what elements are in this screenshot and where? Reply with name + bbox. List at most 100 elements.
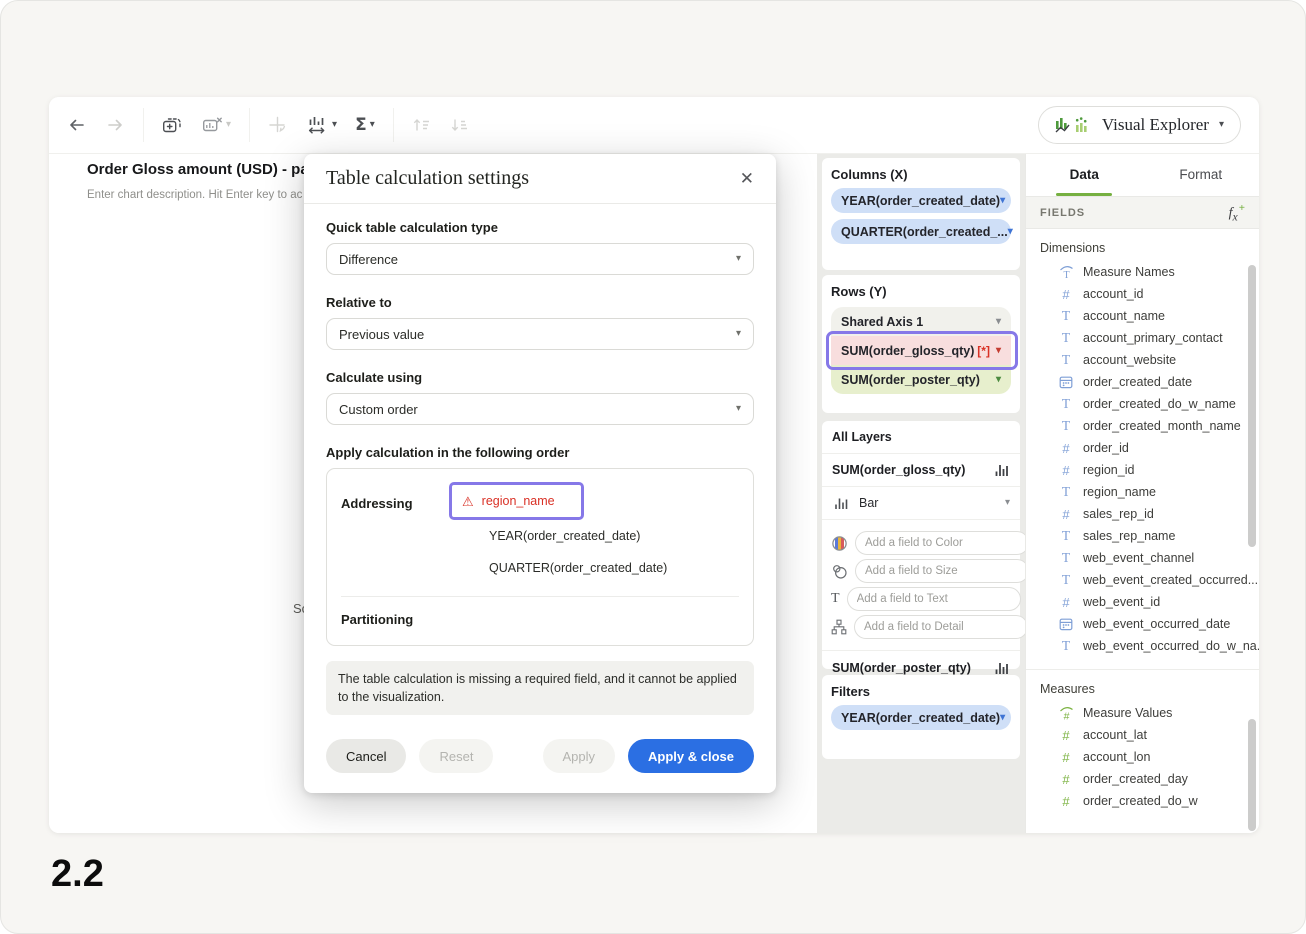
dimension-item[interactable]: #sales_rep_id <box>1026 503 1259 525</box>
dimension-item[interactable]: #web_event_id <box>1026 591 1259 613</box>
add-field-to-text-input[interactable] <box>847 587 1021 611</box>
field-name: account_primary_contact <box>1083 331 1223 345</box>
dimension-item[interactable]: Tweb_event_occurred_do_w_na... <box>1026 635 1259 657</box>
swap-axis-icon[interactable]: ▾ <box>304 113 339 137</box>
dimension-item[interactable]: Taccount_website <box>1026 349 1259 371</box>
apply-button[interactable]: Apply <box>543 739 616 773</box>
tab-data[interactable]: Data <box>1026 153 1143 196</box>
dimension-item[interactable]: Tregion_name <box>1026 481 1259 503</box>
text-icon: T <box>831 591 840 607</box>
data-panel-tabs: Data Format <box>1026 153 1259 196</box>
field-name: order_created_date <box>1083 375 1192 389</box>
mark-type-select[interactable]: Bar ▾ <box>822 487 1020 520</box>
quick-type-label: Quick table calculation type <box>326 220 754 235</box>
measure-item[interactable]: #account_lat <box>1026 724 1259 746</box>
chevron-down-icon[interactable]: ▾ <box>996 375 1001 385</box>
measure-item[interactable]: #Measure Values <box>1026 702 1259 724</box>
missing-field-badge: [*] <box>977 344 990 358</box>
dimension-item[interactable]: web_event_occurred_date <box>1026 613 1259 635</box>
dimension-item[interactable]: Taccount_name <box>1026 305 1259 327</box>
dimensions-label: Dimensions <box>1040 241 1259 255</box>
shared-axis-pill[interactable]: Shared Axis 1 ▾ <box>831 307 1011 336</box>
addressing-item-region-name[interactable]: ⚠ region_name <box>449 482 584 520</box>
calculate-using-label: Calculate using <box>326 370 754 385</box>
addressing-label: Addressing <box>341 482 449 584</box>
quick-type-select[interactable]: Difference ▾ <box>326 243 754 275</box>
measure-names-icon: T <box>1058 264 1074 280</box>
svg-text:T: T <box>1063 270 1069 280</box>
addressing-items: ⚠ region_name YEAR(order_created_date) Q… <box>449 482 739 584</box>
aggregate-icon[interactable]: Σ ▾ <box>353 113 377 137</box>
chevron-down-icon[interactable]: ▾ <box>1008 227 1013 237</box>
calculate-using-select[interactable]: Custom order ▾ <box>326 393 754 425</box>
field-name: order_created_day <box>1083 772 1188 786</box>
add-calculated-field-icon[interactable]: fx+ <box>1229 202 1245 223</box>
dimension-item[interactable]: Tsales_rep_name <box>1026 525 1259 547</box>
field-name: sales_rep_name <box>1083 529 1175 543</box>
dimension-item[interactable]: #region_id <box>1026 459 1259 481</box>
back-icon[interactable] <box>65 115 89 135</box>
apply-close-button[interactable]: Apply & close <box>628 739 754 773</box>
measures-scrollbar[interactable] <box>1248 719 1256 831</box>
add-field-to-size-input[interactable] <box>855 559 1029 583</box>
dimension-item[interactable]: order_created_date <box>1026 371 1259 393</box>
dimension-item[interactable]: Tweb_event_created_occurred... <box>1026 569 1259 591</box>
chevron-down-icon[interactable]: ▾ <box>1000 713 1005 723</box>
pill-quarter-order-created-date[interactable]: QUARTER(order_created_... ▾ <box>831 219 1011 244</box>
screenshot-frame: ▾ ▾ Σ <box>0 0 1306 934</box>
sort-ascending-icon[interactable] <box>410 115 434 135</box>
pill-sum-order-gloss-qty[interactable]: SUM(order_gloss_qty) [*] ▾ <box>831 336 1011 365</box>
chart-description[interactable]: Enter chart description. Hit Enter key t… <box>87 189 302 201</box>
field-name: web_event_occurred_date <box>1083 617 1230 631</box>
addressing-item-year[interactable]: YEAR(order_created_date) <box>449 520 739 552</box>
chevron-down-icon: ▾ <box>226 120 231 130</box>
add-field-to-detail-input[interactable] <box>854 615 1028 639</box>
transpose-icon[interactable] <box>266 114 290 136</box>
layer-sum-order-gloss-qty[interactable]: SUM(order_gloss_qty) <box>822 454 1020 487</box>
chevron-down-icon: ▾ <box>1219 120 1224 130</box>
chevron-down-icon: ▾ <box>736 404 741 414</box>
tab-format[interactable]: Format <box>1143 153 1260 196</box>
field-name: region_id <box>1083 463 1134 477</box>
chevron-down-icon[interactable]: ▾ <box>996 346 1001 356</box>
dimension-item[interactable]: Taccount_primary_contact <box>1026 327 1259 349</box>
dimension-item[interactable]: Tweb_event_channel <box>1026 547 1259 569</box>
modal-header: Table calculation settings ✕ <box>304 154 776 204</box>
filter-pill-year-order-created-date[interactable]: YEAR(order_created_date) ▾ <box>831 705 1011 730</box>
pill-year-order-created-date[interactable]: YEAR(order_created_date) ▾ <box>831 188 1011 213</box>
cancel-button[interactable]: Cancel <box>326 739 406 773</box>
chevron-down-icon[interactable]: ▾ <box>1005 498 1010 508</box>
sort-descending-icon[interactable] <box>448 115 472 135</box>
addressing-item-quarter[interactable]: QUARTER(order_created_date) <box>449 552 739 584</box>
reset-button[interactable]: Reset <box>419 739 493 773</box>
table-calculation-settings-modal: Table calculation settings ✕ Quick table… <box>304 154 776 793</box>
forward-icon[interactable] <box>103 115 127 135</box>
chevron-down-icon[interactable]: ▾ <box>996 317 1001 327</box>
number-icon: # <box>1058 440 1074 456</box>
field-name: web_event_occurred_do_w_na... <box>1083 639 1259 653</box>
dimension-item[interactable]: TMeasure Names <box>1026 261 1259 283</box>
dimension-item[interactable]: Torder_created_month_name <box>1026 415 1259 437</box>
dimension-item[interactable]: #order_id <box>1026 437 1259 459</box>
chevron-down-icon[interactable]: ▾ <box>1000 196 1005 206</box>
delete-element-icon[interactable]: ▾ <box>200 114 233 136</box>
all-layers-header: All Layers <box>822 421 1020 454</box>
text-icon: T <box>1058 308 1074 324</box>
measure-item[interactable]: #order_created_day <box>1026 768 1259 790</box>
add-field-to-color-input[interactable] <box>855 531 1029 555</box>
dimension-item[interactable]: #account_id <box>1026 283 1259 305</box>
number-icon: # <box>1058 594 1074 610</box>
number-green-icon: # <box>1058 749 1074 765</box>
pill-sum-order-poster-qty[interactable]: SUM(order_poster_qty) ▾ <box>831 365 1011 394</box>
measure-item[interactable]: #account_lon <box>1026 746 1259 768</box>
dimension-item[interactable]: Torder_created_do_w_name <box>1026 393 1259 415</box>
duplicate-element-icon[interactable] <box>160 114 186 136</box>
measure-item[interactable]: #order_created_do_w <box>1026 790 1259 812</box>
number-green-icon: # <box>1058 793 1074 809</box>
visual-explorer-switcher[interactable]: Visual Explorer ▾ <box>1038 106 1241 144</box>
relative-to-select[interactable]: Previous value ▾ <box>326 318 754 350</box>
warning-message: The table calculation is missing a requi… <box>326 661 754 715</box>
chart-title[interactable]: Order Gloss amount (USD) - pane <box>87 161 326 178</box>
close-icon[interactable]: ✕ <box>740 170 754 187</box>
dimensions-scrollbar[interactable] <box>1248 265 1256 547</box>
